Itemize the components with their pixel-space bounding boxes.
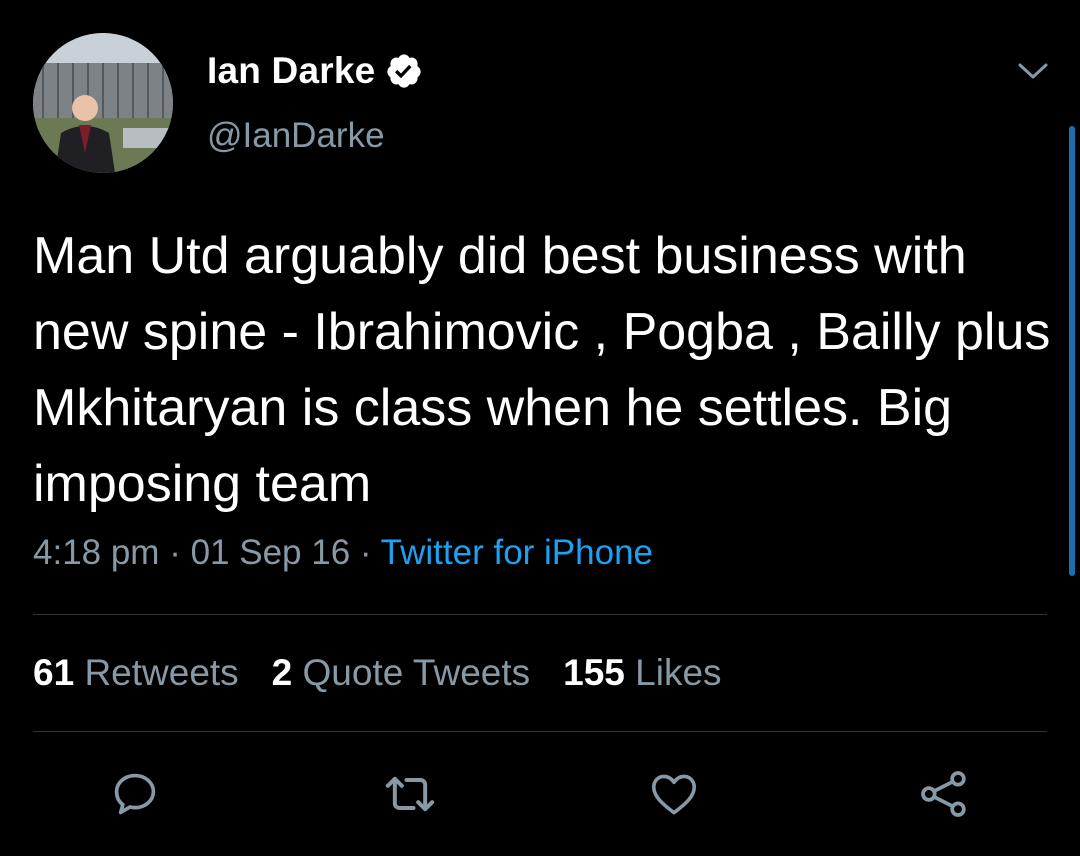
- author-name-row[interactable]: Ian Darke: [207, 46, 423, 96]
- meta-separator: ·: [169, 533, 181, 572]
- likes-count: 155: [563, 652, 625, 693]
- like-icon: [651, 774, 697, 815]
- retweet-button[interactable]: [382, 766, 438, 822]
- retweet-icon: [385, 776, 435, 812]
- tweet-meta: 4:18 pm · 01 Sep 16 · Twitter for iPhone: [33, 533, 653, 573]
- avatar[interactable]: [33, 33, 173, 173]
- quotes-label: Quote Tweets: [302, 652, 531, 693]
- reply-button[interactable]: [107, 766, 163, 822]
- tweet-source-link[interactable]: Twitter for iPhone: [381, 533, 653, 572]
- tweet-time: 4:18 pm: [33, 533, 160, 572]
- tweet-date: 01 Sep 16: [190, 533, 351, 572]
- display-name[interactable]: Ian Darke: [207, 50, 375, 92]
- tweet-text: Man Utd arguably did best business with …: [33, 227, 1051, 513]
- verified-badge-icon: [387, 54, 422, 88]
- chevron-down-icon[interactable]: [1016, 58, 1050, 84]
- retweets-count: 61: [33, 652, 75, 693]
- retweets-label: Retweets: [84, 652, 239, 693]
- likes-stat[interactable]: 155 Likes: [563, 652, 721, 694]
- likes-label: Likes: [635, 652, 722, 693]
- quotes-stat[interactable]: 2 Quote Tweets: [272, 652, 530, 694]
- quotes-count: 2: [271, 652, 293, 693]
- meta-separator: ·: [359, 533, 372, 572]
- share-icon: [921, 771, 966, 817]
- reply-icon: [114, 773, 156, 815]
- user-handle[interactable]: @IanDarke: [207, 116, 385, 156]
- share-button[interactable]: [916, 766, 972, 822]
- like-button[interactable]: [646, 766, 702, 822]
- avatar-photo: [33, 33, 173, 173]
- retweets-stat[interactable]: 61 Retweets: [33, 652, 239, 694]
- divider: [33, 731, 1047, 732]
- divider: [33, 614, 1047, 615]
- scrollbar[interactable]: [1069, 126, 1075, 576]
- tweet-stats: 61 Retweets 2 Quote Tweets 155 Likes: [33, 652, 755, 694]
